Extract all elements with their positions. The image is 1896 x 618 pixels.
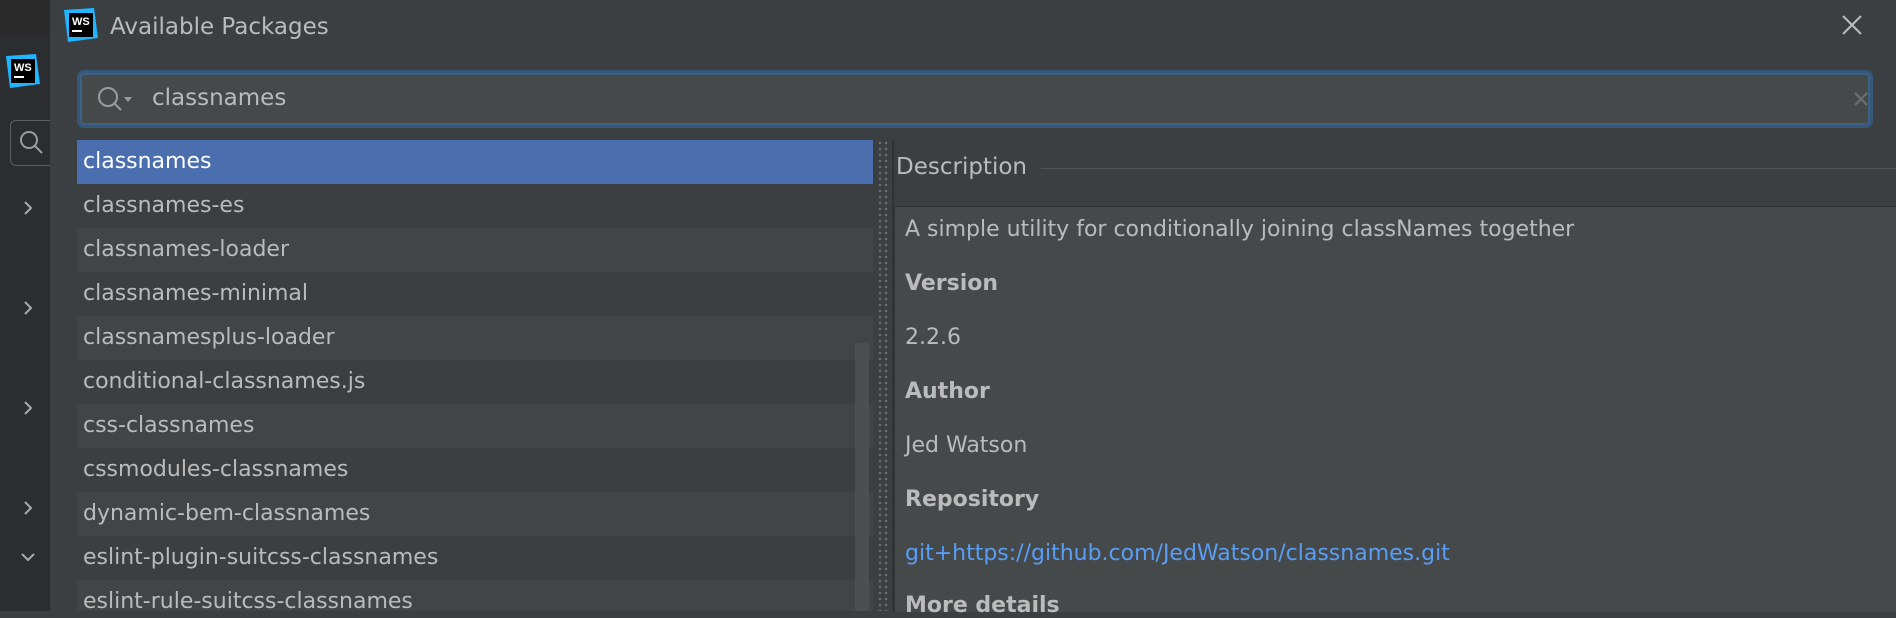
package-list-item[interactable]: classnames-loader xyxy=(77,228,873,272)
search-icon xyxy=(20,131,43,154)
webstorm-logo-icon: WS xyxy=(64,8,98,42)
search-icon[interactable] xyxy=(96,85,136,113)
ide-sidebar: WS xyxy=(0,0,51,611)
package-list[interactable]: classnames classnames-es classnames-load… xyxy=(77,140,873,611)
svg-text:WS: WS xyxy=(14,62,32,74)
available-packages-dialog: WS Available Packages classnames classna… xyxy=(50,0,1896,618)
package-list-item[interactable]: classnames xyxy=(77,140,873,184)
sidebar-search-button[interactable] xyxy=(10,120,51,166)
package-list-item[interactable]: dynamic-bem-classnames xyxy=(77,492,873,536)
webstorm-logo-icon: WS xyxy=(6,54,40,88)
svg-text:WS: WS xyxy=(72,16,90,28)
chevron-right-icon[interactable] xyxy=(18,398,38,418)
close-icon[interactable] xyxy=(1837,10,1867,40)
package-list-item[interactable]: cssmodules-classnames xyxy=(77,448,873,492)
package-search-field[interactable] xyxy=(80,73,1870,125)
package-list-item[interactable]: classnames-minimal xyxy=(77,272,873,316)
description-box: A simple utility for conditionally joini… xyxy=(894,206,1896,618)
package-list-item[interactable]: css-classnames xyxy=(77,404,873,448)
list-scrollbar-thumb[interactable] xyxy=(855,343,869,611)
version-label: Version xyxy=(905,271,999,296)
panel-splitter-handle[interactable] xyxy=(877,140,891,611)
description-header: Description xyxy=(896,154,1041,180)
more-details-label: More details xyxy=(905,593,1060,618)
package-list-item[interactable]: classnamesplus-loader xyxy=(77,316,873,360)
package-details-panel: Description A simple utility for conditi… xyxy=(894,140,1896,618)
dialog-title: Available Packages xyxy=(110,14,329,40)
package-list-item[interactable]: eslint-plugin-suitcss-classnames xyxy=(77,536,873,580)
author-label: Author xyxy=(905,379,990,404)
description-text: A simple utility for conditionally joini… xyxy=(905,217,1575,242)
sidebar-top-strip xyxy=(0,0,50,36)
package-list-item[interactable]: eslint-rule-suitcss-classnames xyxy=(77,580,873,611)
version-value: 2.2.6 xyxy=(905,325,961,350)
search-input[interactable] xyxy=(152,81,1752,115)
repository-label: Repository xyxy=(905,487,1040,512)
author-value: Jed Watson xyxy=(905,433,1028,458)
chevron-down-icon[interactable] xyxy=(18,547,38,567)
chevron-right-icon[interactable] xyxy=(18,498,38,518)
package-list-item[interactable]: classnames-es xyxy=(77,184,873,228)
chevron-right-icon[interactable] xyxy=(18,198,38,218)
clear-search-icon[interactable] xyxy=(1852,90,1870,108)
repository-link[interactable]: git+https://github.com/JedWatson/classna… xyxy=(905,541,1450,566)
chevron-right-icon[interactable] xyxy=(18,298,38,318)
description-separator xyxy=(1030,168,1896,169)
package-list-item[interactable]: conditional-classnames.js xyxy=(77,360,873,404)
